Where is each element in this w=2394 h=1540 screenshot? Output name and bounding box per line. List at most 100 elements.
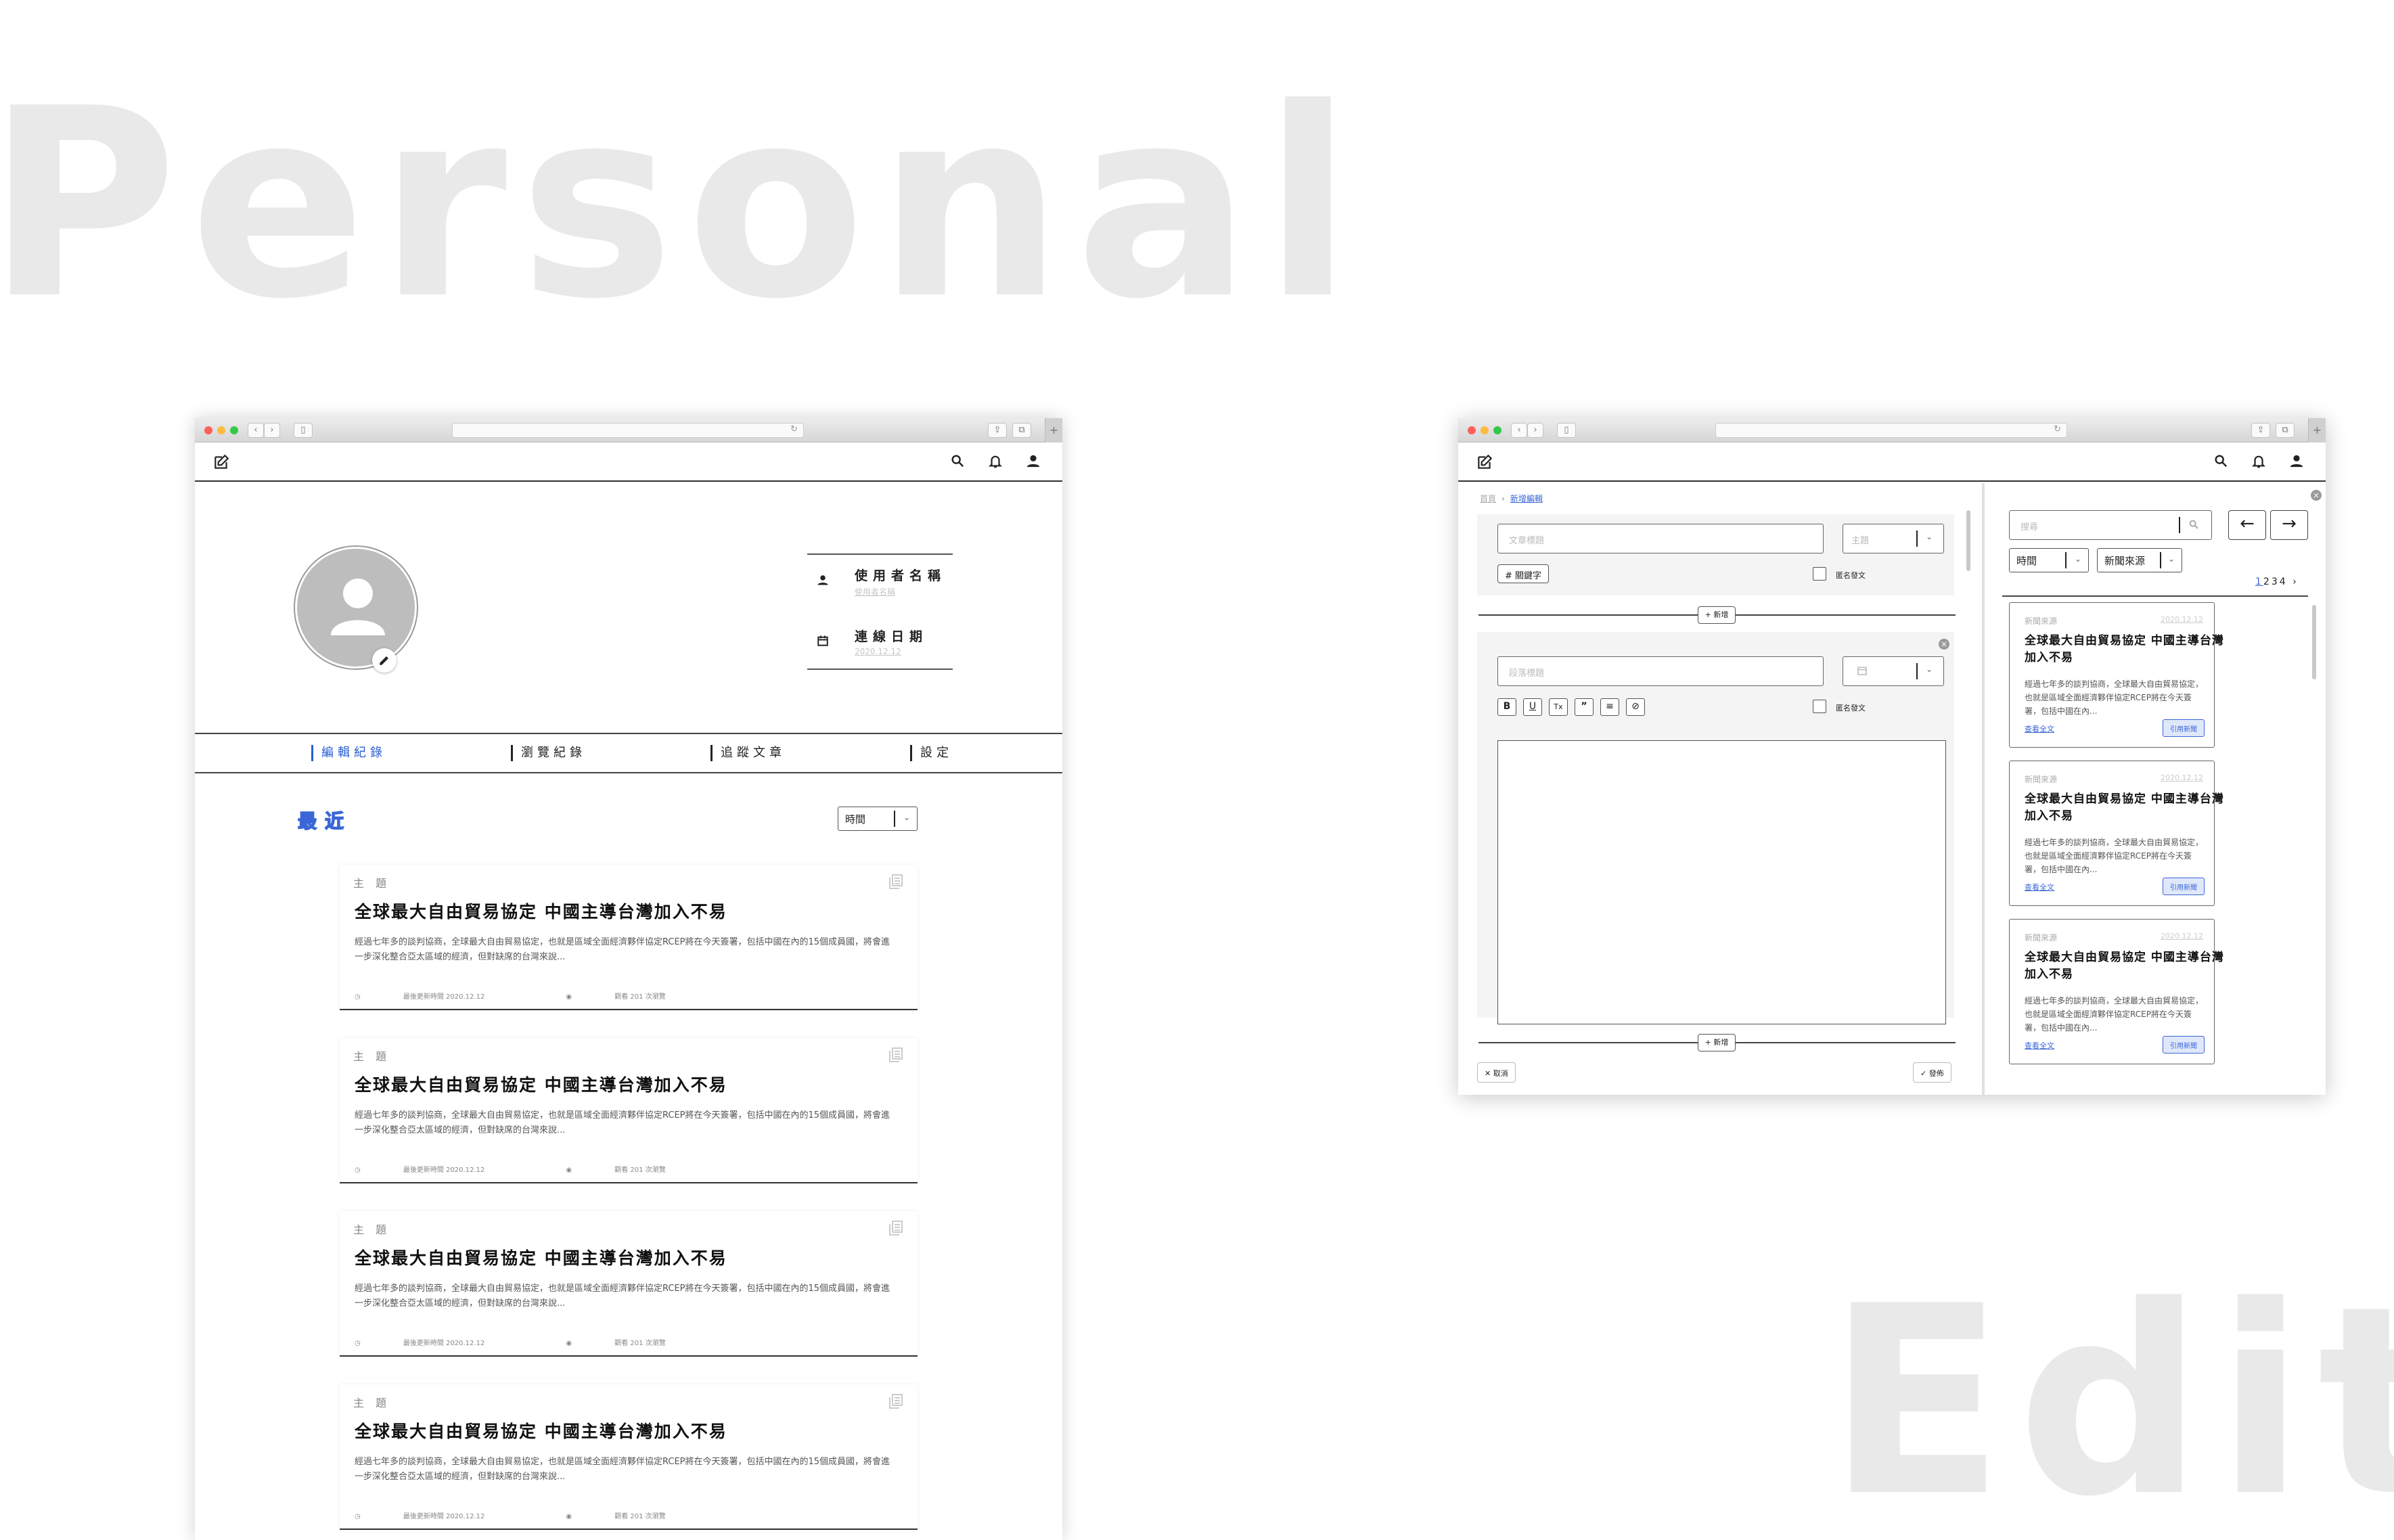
search-icon[interactable] xyxy=(950,453,968,471)
page-3[interactable]: 3 xyxy=(2272,576,2280,587)
time-filter-value: 時間 xyxy=(2016,555,2037,567)
card-title[interactable]: 全球最大自由貿易協定 中國主導台灣加入不易 xyxy=(355,1072,727,1096)
tab-browse-history[interactable]: 瀏覽紀錄 xyxy=(511,745,586,761)
publish-button[interactable]: ✓ 發佈 xyxy=(1913,1062,1951,1083)
compose-icon[interactable] xyxy=(212,453,230,471)
new-tab-icon[interactable]: + xyxy=(2308,418,2326,443)
keyword-button[interactable]: # 關鍵字 xyxy=(1497,564,1550,583)
personal-window: ‹ › ▯ ↻ ⇪ ⧉ + 使用者名稱 使用者名稱 連線日期 2020.12.1… xyxy=(195,418,1062,1540)
card-title[interactable]: 全球最大自由貿易協定 中國主導台灣加入不易 xyxy=(355,899,727,923)
clear-format-button[interactable]: Tx xyxy=(1549,698,1568,716)
close-icon[interactable]: × xyxy=(2311,490,2322,501)
add-paragraph-button[interactable]: + 新增 xyxy=(1698,1034,1736,1051)
back-icon[interactable]: ‹ xyxy=(1511,423,1527,438)
forward-icon[interactable]: › xyxy=(264,423,280,438)
cancel-label: 取消 xyxy=(1493,1069,1508,1078)
read-more-link[interactable]: 查看全文 xyxy=(2025,723,2054,734)
news-description: 經過七年多的談判協商，全球最大自由貿易協定，也就是區域全面經濟夥伴協定RCEP將… xyxy=(2025,838,2204,874)
breadcrumb-current[interactable]: 新增編輯 xyxy=(1510,494,1543,503)
tabs-icon[interactable]: ⧉ xyxy=(1012,423,1031,438)
date-value: 2020.12.12 xyxy=(855,647,901,656)
tab-edit-history[interactable]: 編輯紀錄 xyxy=(311,745,386,761)
anonymous-checkbox[interactable] xyxy=(1813,567,1826,581)
share-icon[interactable]: ⇪ xyxy=(988,423,1007,438)
topic-select[interactable]: 主題 ⌄ xyxy=(1843,524,1944,553)
cite-news-button[interactable]: 引用新聞 xyxy=(2163,878,2205,895)
article-card[interactable]: 主 題全球最大自由貿易協定 中國主導台灣加入不易 經過七年多的談判協商，全球最大自… xyxy=(340,865,918,1010)
cite-news-button[interactable]: 引用新聞 xyxy=(2163,1036,2205,1054)
article-card[interactable]: 主 題全球最大自由貿易協定 中國主導台灣加入不易 經過七年多的談判協商，全球最大自… xyxy=(340,1211,918,1357)
bell-icon[interactable] xyxy=(988,453,1006,471)
user-icon[interactable] xyxy=(2289,453,2307,471)
compose-icon[interactable] xyxy=(1476,453,1493,471)
minimize-dot[interactable] xyxy=(1481,426,1489,434)
next-page-icon[interactable]: › xyxy=(2293,576,2299,587)
clock-icon: ◷ xyxy=(355,1340,363,1347)
list-button[interactable]: ≡ xyxy=(1600,698,1619,716)
editor-scrollbar[interactable] xyxy=(1966,510,1970,571)
bell-icon[interactable] xyxy=(2251,453,2269,471)
copy-icon[interactable] xyxy=(889,1047,903,1065)
page-4[interactable]: 4 xyxy=(2280,576,2288,587)
article-header-block: 文章標題 主題 ⌄ # 關鍵字 匿名發文 xyxy=(1477,514,1954,595)
tab-settings[interactable]: 設定 xyxy=(910,745,953,761)
news-search-input[interactable]: 搜尋 xyxy=(2009,510,2212,540)
news-card[interactable]: 新聞來源 2020.12.12 全球最大自由貿易協定 中國主導台灣加入不易 經過七年多… xyxy=(2009,761,2223,906)
rich-text-editor[interactable] xyxy=(1497,740,1946,1024)
sidebar-icon[interactable]: ▯ xyxy=(294,423,313,438)
bold-button[interactable]: B xyxy=(1497,698,1516,716)
reload-icon[interactable]: ↻ xyxy=(790,424,798,434)
search-icon[interactable] xyxy=(2213,453,2231,471)
close-dot[interactable] xyxy=(204,426,212,434)
breadcrumb-home[interactable]: 首頁 xyxy=(1480,494,1496,503)
paragraph-title-input[interactable]: 段落標題 xyxy=(1497,656,1824,686)
close-dot[interactable] xyxy=(1468,426,1476,434)
anonymous-checkbox[interactable] xyxy=(1813,700,1826,713)
tab-followed-articles[interactable]: 追蹤文章 xyxy=(710,745,786,761)
zoom-dot[interactable] xyxy=(1493,426,1501,434)
copy-icon[interactable] xyxy=(889,1394,903,1411)
article-title-input[interactable]: 文章標題 xyxy=(1497,524,1824,553)
url-bar[interactable]: ↻ xyxy=(452,423,804,438)
link-button[interactable]: ⊘ xyxy=(1626,698,1645,716)
news-card[interactable]: 新聞來源 2020.12.12 全球最大自由貿易協定 中國主導台灣加入不易 經過七年多… xyxy=(2009,919,2223,1064)
minimize-dot[interactable] xyxy=(217,426,225,434)
next-arrow-button[interactable]: → xyxy=(2270,510,2308,540)
zoom-dot[interactable] xyxy=(230,426,238,434)
time-filter-select[interactable]: 時間 ⌄ xyxy=(2009,548,2089,572)
share-icon[interactable]: ⇪ xyxy=(2251,423,2270,438)
news-card[interactable]: 新聞來源 2020.12.12 全球最大自由貿易協定 中國主導台灣加入不易 經過七年多… xyxy=(2009,602,2223,748)
sidebar-icon[interactable]: ▯ xyxy=(1557,423,1576,438)
quote-button[interactable]: ” xyxy=(1575,698,1594,716)
forward-icon[interactable]: › xyxy=(1527,423,1543,438)
prev-arrow-button[interactable]: ← xyxy=(2228,510,2266,540)
underline-button[interactable]: U xyxy=(1523,698,1542,716)
reload-icon[interactable]: ↻ xyxy=(2054,424,2061,434)
search-icon[interactable] xyxy=(2188,519,2199,533)
news-scrollbar[interactable] xyxy=(2312,605,2316,679)
card-title[interactable]: 全球最大自由貿易協定 中國主導台灣加入不易 xyxy=(355,1418,727,1443)
sort-select[interactable]: 時間 ⌄ xyxy=(838,807,918,831)
cancel-button[interactable]: ✕ 取消 xyxy=(1477,1062,1516,1083)
copy-icon[interactable] xyxy=(889,1221,903,1238)
article-card[interactable]: 主 題全球最大自由貿易協定 中國主導台灣加入不易 經過七年多的談判協商，全球最大自… xyxy=(340,1384,918,1530)
read-more-link[interactable]: 查看全文 xyxy=(2025,1040,2054,1051)
close-icon[interactable]: × xyxy=(1939,639,1949,650)
card-meta: ◷ 最後更新時間 2020.12.12 ◉ 觀看 201 次瀏覽 xyxy=(355,991,747,1001)
article-card[interactable]: 主 題全球最大自由貿易協定 中國主導台灣加入不易 經過七年多的談判協商，全球最大自… xyxy=(340,1038,918,1183)
cite-news-button[interactable]: 引用新聞 xyxy=(2163,719,2205,737)
add-section-button[interactable]: + 新增 xyxy=(1698,606,1736,624)
source-filter-select[interactable]: 新聞來源 ⌄ xyxy=(2097,548,2182,572)
date-select[interactable]: ⌄ xyxy=(1843,656,1944,686)
url-bar[interactable]: ↻ xyxy=(1715,423,2067,438)
read-more-link[interactable]: 查看全文 xyxy=(2025,882,2054,892)
edit-avatar-button[interactable] xyxy=(372,648,397,673)
user-icon[interactable] xyxy=(1026,453,1043,471)
tabs-icon[interactable]: ⧉ xyxy=(2276,423,2295,438)
page-1[interactable]: 1 xyxy=(2255,576,2263,587)
page-2[interactable]: 2 xyxy=(2263,576,2272,587)
card-title[interactable]: 全球最大自由貿易協定 中國主導台灣加入不易 xyxy=(355,1245,727,1269)
new-tab-icon[interactable]: + xyxy=(1045,418,1062,443)
back-icon[interactable]: ‹ xyxy=(248,423,264,438)
copy-icon[interactable] xyxy=(889,874,903,892)
